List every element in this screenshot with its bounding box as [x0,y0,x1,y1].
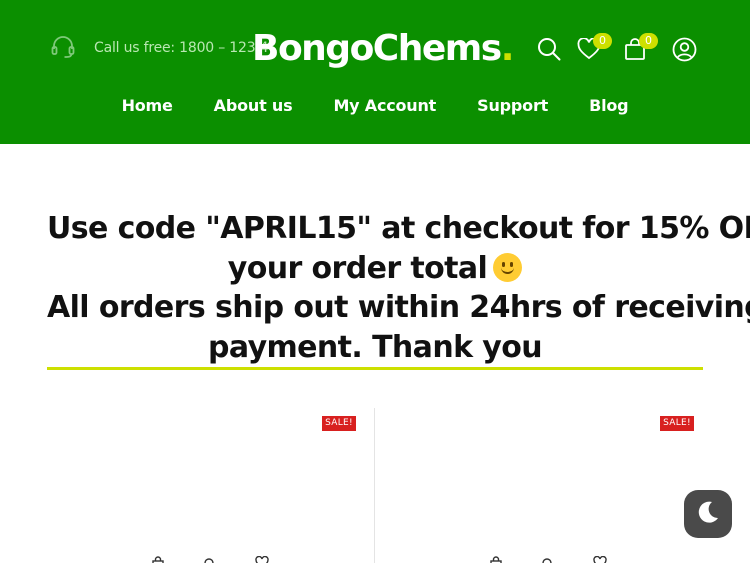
support-phone[interactable]: Call us free: 1800 – 123 4 [50,34,269,60]
site-logo[interactable]: BongoChems. [252,28,515,69]
nav-item-blog[interactable]: Blog [589,96,629,115]
site-header: Call us free: 1800 – 123 4 BongoChems. 0… [0,0,750,144]
logo-text: BongoChems [252,28,502,69]
product-actions [151,553,269,563]
wishlist-button[interactable]: 0 [574,33,612,64]
promo-line-4: payment. Thank you [207,329,543,365]
promo-banner: Use code "APRIL15" at checkout for 15% O… [47,209,750,367]
dark-mode-toggle[interactable] [684,490,732,538]
search-icon [537,37,561,61]
account-button[interactable] [669,34,699,64]
wishlist-count-badge: 0 [593,33,612,49]
promo-underline [47,367,703,370]
promo-line-3: All orders ship out within 24hrs of rece… [47,290,750,325]
search-button[interactable] [534,34,564,64]
nav-item-about-us[interactable]: About us [214,96,293,115]
wishlist-icon[interactable] [593,553,607,563]
cart-button[interactable]: 0 [620,33,658,64]
product-actions [489,553,607,563]
cart-count-badge: 0 [639,33,658,49]
support-phone-text: Call us free: 1800 – 123 4 [94,40,269,56]
wishlist-icon[interactable] [255,553,269,563]
promo-line-2: your order total [47,249,703,289]
logo-dot: . [500,28,515,69]
nav-item-support[interactable]: Support [477,96,548,115]
headset-icon [50,34,76,60]
product-divider [374,408,375,563]
nav-item-my-account[interactable]: My Account [333,96,436,115]
sale-badge: SALE! [322,416,356,431]
sale-badge: SALE! [660,416,694,431]
moon-icon [695,499,721,529]
add-to-cart-icon[interactable] [151,553,165,563]
smiley-emoji-icon [493,252,523,282]
promo-line-1: Use code "APRIL15" at checkout for 15% O… [47,211,750,246]
quick-view-icon[interactable] [541,553,555,563]
quick-view-icon[interactable] [203,553,217,563]
nav-item-home[interactable]: Home [122,96,173,115]
main-nav: Home About us My Account Support Blog [0,96,750,115]
user-icon [672,37,697,62]
promo-line-2-text: your order total [227,250,488,286]
add-to-cart-icon[interactable] [489,553,503,563]
